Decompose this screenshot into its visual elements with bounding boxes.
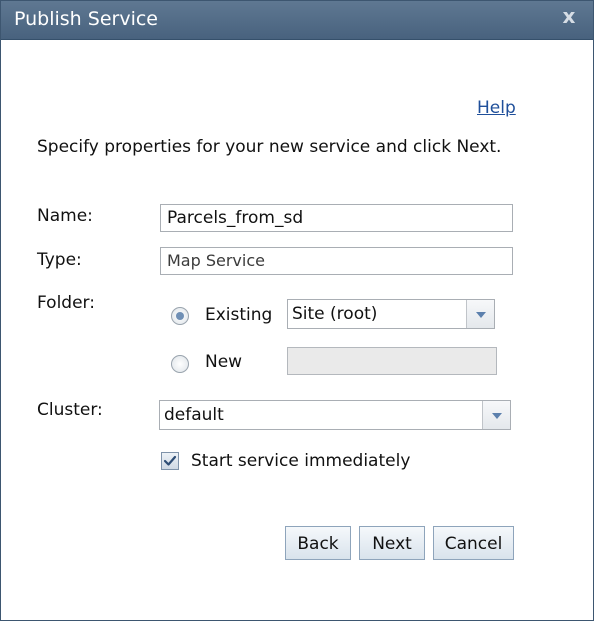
name-label: Name:	[37, 206, 93, 226]
cluster-dropdown[interactable]: default	[159, 400, 511, 430]
type-label: Type:	[37, 250, 82, 270]
start-immediately-checkbox[interactable]	[161, 452, 179, 470]
type-field: Map Service	[160, 247, 513, 275]
name-input[interactable]: Parcels_from_sd	[160, 204, 513, 232]
checkmark-icon	[163, 455, 177, 466]
start-immediately-label[interactable]: Start service immediately	[191, 451, 410, 471]
chevron-down-icon[interactable]	[482, 401, 510, 429]
folder-new-input[interactable]	[287, 347, 497, 375]
cluster-label: Cluster:	[37, 400, 103, 420]
dialog-title: Publish Service	[14, 8, 158, 30]
folder-new-radio[interactable]	[171, 355, 189, 373]
folder-label: Folder:	[37, 293, 95, 313]
cancel-button[interactable]: Cancel	[433, 526, 514, 560]
instructions-text: Specify properties for your new service …	[37, 137, 502, 157]
folder-existing-dropdown[interactable]: Site (root)	[287, 299, 495, 329]
folder-existing-value: Site (root)	[292, 304, 378, 324]
close-icon[interactable]: x	[557, 4, 581, 28]
folder-new-label[interactable]: New	[205, 352, 242, 372]
cluster-value: default	[164, 405, 224, 425]
title-bar[interactable]: Publish Service x	[1, 1, 593, 40]
publish-service-dialog: Publish Service x Help Specify propertie…	[0, 0, 594, 621]
folder-existing-label[interactable]: Existing	[205, 305, 272, 325]
folder-existing-radio[interactable]	[171, 307, 189, 325]
next-button[interactable]: Next	[359, 526, 425, 560]
back-button[interactable]: Back	[285, 526, 351, 560]
chevron-down-icon[interactable]	[466, 300, 494, 328]
help-link[interactable]: Help	[477, 98, 516, 118]
